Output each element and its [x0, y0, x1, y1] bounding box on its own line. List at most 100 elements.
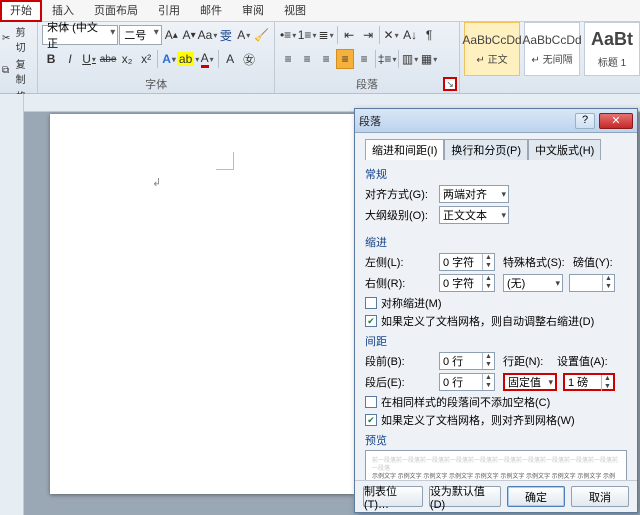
no-space-same-style-check[interactable]: 在相同样式的段落间不添加空格(C) — [365, 394, 627, 410]
menu-reference[interactable]: 引用 — [148, 0, 190, 22]
shrink-font-button[interactable]: A▾ — [181, 25, 198, 45]
multilevel-button[interactable]: ≣ — [317, 25, 335, 45]
style-normal[interactable]: AaBbCcDd ↵ 正文 — [464, 22, 520, 76]
mirror-indent-check[interactable]: 对称缩进(M) — [365, 295, 627, 311]
special-label: 特殊格式(S): — [503, 254, 573, 270]
font-group-caption: 字体 — [38, 76, 274, 92]
tab-line-page-breaks[interactable]: 换行和分页(P) — [444, 139, 528, 160]
auto-adjust-right-indent-check[interactable]: ✔如果定义了文档网格，则自动调整右缩进(D) — [365, 313, 627, 329]
menu-review[interactable]: 审阅 — [232, 0, 274, 22]
phonetic-guide-button[interactable]: 雯 — [218, 25, 235, 45]
tabstops-button[interactable]: 制表位(T)… — [363, 486, 423, 507]
align-left-button[interactable]: ≡ — [279, 49, 297, 69]
hanging-value-label: 磅值(Y): — [573, 254, 623, 270]
set-at-label: 设置值(A): — [557, 353, 617, 369]
close-button[interactable]: ✕ — [599, 113, 633, 129]
styles-group: AaBbCcDd ↵ 正文 AaBbCcDd ↵ 无间隔 AaBt 标题 1 — [460, 22, 640, 93]
space-after-label: 段后(E): — [365, 374, 439, 390]
ribbon: ✂剪切 ⧉复制 🖌格式刷 宋体 (中文正 二号 A▴ A▾ Aa 雯 A 🧹 B… — [0, 22, 640, 94]
increase-indent-button[interactable]: ⇥ — [359, 25, 377, 45]
ok-button[interactable]: 确定 — [507, 486, 565, 507]
underline-button[interactable]: U — [80, 49, 98, 69]
change-case-button[interactable]: Aa — [199, 25, 217, 45]
snap-to-grid-check[interactable]: ✔如果定义了文档网格，则对齐到网格(W) — [365, 412, 627, 428]
strike-button[interactable]: abe — [99, 49, 117, 69]
decrease-indent-button[interactable]: ⇤ — [340, 25, 358, 45]
paragraph-group-caption: 段落 — [275, 76, 459, 92]
clipboard-group: ✂剪切 ⧉复制 🖌格式刷 — [0, 22, 38, 93]
superscript-button[interactable]: x² — [137, 49, 155, 69]
dialog-footer: 制表位(T)… 设为默认值(D) 确定 取消 — [355, 480, 637, 512]
justify-button[interactable]: ≡ — [336, 49, 354, 69]
indent-right-spinner[interactable]: 0 字符▲▼ — [439, 274, 495, 292]
font-group: 宋体 (中文正 二号 A▴ A▾ Aa 雯 A 🧹 B I U abe x₂ x… — [38, 22, 275, 93]
menu-view[interactable]: 视图 — [274, 0, 316, 22]
dialog-title: 段落 — [359, 113, 575, 129]
align-center-button[interactable]: ≡ — [298, 49, 316, 69]
asian-layout-button[interactable]: ✕ — [382, 25, 400, 45]
sort-button[interactable]: A↓ — [401, 25, 419, 45]
space-before-spinner[interactable]: 0 行▲▼ — [439, 352, 495, 370]
char-border-button[interactable]: A — [235, 25, 252, 45]
dialog-titlebar[interactable]: 段落 ? ✕ — [355, 109, 637, 133]
tab-asian-typography[interactable]: 中文版式(H) — [528, 139, 601, 160]
ruler-corner — [0, 94, 24, 515]
section-indent: 缩进 — [365, 234, 627, 250]
section-general: 常规 — [365, 166, 627, 182]
highlight-button[interactable]: ab — [179, 49, 197, 69]
line-spacing-combo[interactable]: 固定值 — [503, 373, 557, 391]
borders-button[interactable]: ▦ — [420, 49, 438, 69]
paragraph-mark-icon: ↲ — [152, 176, 161, 189]
indent-right-label: 右侧(R): — [365, 275, 439, 291]
line-spacing-button[interactable]: ‡≡ — [378, 49, 396, 69]
grow-font-button[interactable]: A▴ — [163, 25, 180, 45]
bullets-button[interactable]: •≡ — [279, 25, 297, 45]
paragraph-dialog: 段落 ? ✕ 缩进和间距(I) 换行和分页(P) 中文版式(H) 常规 对齐方式… — [354, 108, 638, 513]
copy-icon: ⧉ — [2, 65, 14, 77]
clear-format-button[interactable]: 🧹 — [253, 25, 270, 45]
document-page[interactable]: ↲ — [50, 114, 355, 494]
outline-level-combo[interactable]: 正文文本 — [439, 206, 509, 224]
menu-mail[interactable]: 邮件 — [190, 0, 232, 22]
cut-button[interactable]: ✂剪切 — [2, 24, 35, 54]
hanging-value-spinner[interactable]: ▲▼ — [569, 274, 615, 292]
distribute-button[interactable]: ≡ — [355, 49, 373, 69]
scissors-icon: ✂ — [2, 33, 14, 45]
alignment-combo[interactable]: 两端对齐 — [439, 185, 509, 203]
shading-button[interactable]: ▥ — [401, 49, 419, 69]
font-color-button[interactable]: A — [198, 49, 216, 69]
section-spacing: 间距 — [365, 333, 627, 349]
bold-button[interactable]: B — [42, 49, 60, 69]
menu-start[interactable]: 开始 — [0, 0, 42, 22]
set-default-button[interactable]: 设为默认值(D) — [429, 486, 501, 507]
indent-left-label: 左侧(L): — [365, 254, 439, 270]
show-marks-button[interactable]: ¶ — [420, 25, 438, 45]
line-spacing-label: 行距(N): — [503, 353, 557, 369]
char-shading-button[interactable]: A — [221, 49, 239, 69]
section-preview: 预览 — [365, 432, 627, 448]
font-name-combo[interactable]: 宋体 (中文正 — [42, 25, 118, 45]
numbering-button[interactable]: 1≡ — [298, 25, 316, 45]
paragraph-dialog-launcher[interactable]: ↘ — [443, 77, 457, 91]
text-effects-button[interactable]: A — [160, 49, 178, 69]
align-right-button[interactable]: ≡ — [317, 49, 335, 69]
line-spacing-at-spinner[interactable]: 1 磅▲▼ — [563, 373, 615, 391]
subscript-button[interactable]: x₂ — [118, 49, 136, 69]
enclose-char-button[interactable]: ㊛ — [240, 49, 258, 69]
style-heading1[interactable]: AaBt 标题 1 — [584, 22, 640, 76]
tab-indent-spacing[interactable]: 缩进和间距(I) — [365, 139, 444, 160]
paragraph-group: •≡ 1≡ ≣ ⇤ ⇥ ✕ A↓ ¶ ≡ ≡ ≡ ≡ ≡ ‡≡ ▥ ▦ 段落 ↘ — [275, 22, 460, 93]
space-after-spinner[interactable]: 0 行▲▼ — [439, 373, 495, 391]
italic-button[interactable]: I — [61, 49, 79, 69]
font-size-combo[interactable]: 二号 — [119, 25, 161, 45]
space-before-label: 段前(B): — [365, 353, 439, 369]
help-button[interactable]: ? — [575, 113, 595, 129]
outline-label: 大纲级别(O): — [365, 207, 439, 223]
alignment-label: 对齐方式(G): — [365, 186, 439, 202]
copy-button[interactable]: ⧉复制 — [2, 56, 35, 86]
margin-mark — [216, 152, 234, 170]
indent-left-spinner[interactable]: 0 字符▲▼ — [439, 253, 495, 271]
cancel-button[interactable]: 取消 — [571, 486, 629, 507]
special-indent-combo[interactable]: (无) — [503, 274, 563, 292]
style-nospacing[interactable]: AaBbCcDd ↵ 无间隔 — [524, 22, 580, 76]
